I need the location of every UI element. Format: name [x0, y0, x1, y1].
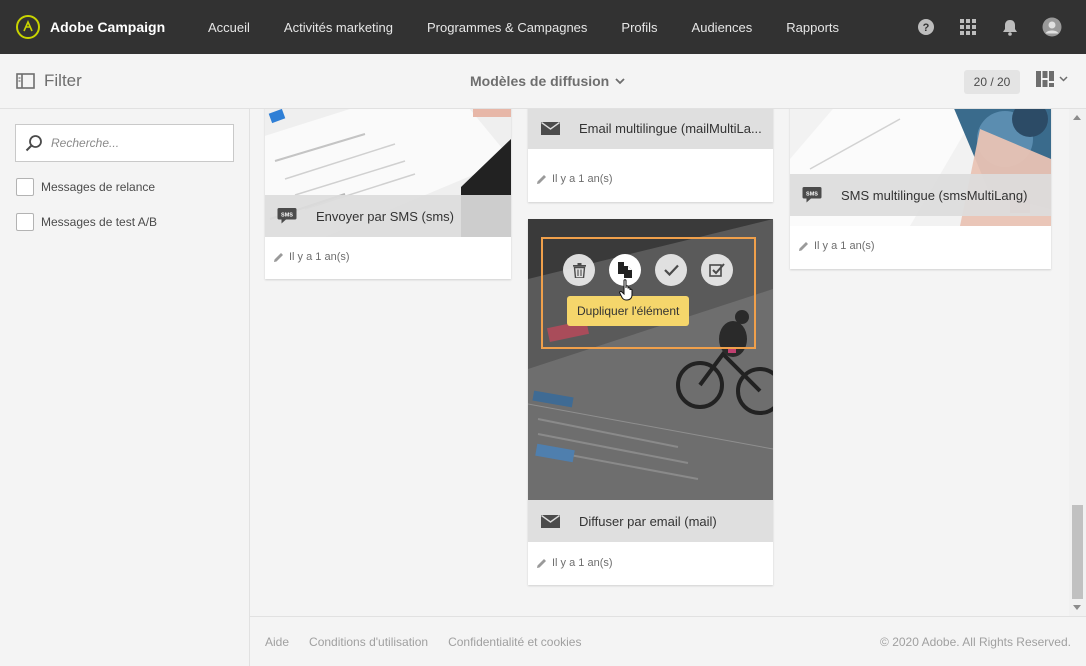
- chevron-down-icon: [1059, 76, 1068, 82]
- search-box[interactable]: [15, 124, 234, 162]
- view-title-dropdown[interactable]: Modèles de diffusion: [470, 73, 625, 89]
- vertical-scrollbar[interactable]: [1069, 109, 1086, 616]
- template-grid: SMS Envoyer par SMS (sms) Il y a 1 an(s)…: [250, 109, 1069, 616]
- search-icon: [25, 135, 42, 152]
- email-icon: [539, 514, 561, 528]
- adobe-campaign-logo-icon: [16, 15, 40, 39]
- modified-info: Il y a 1 an(s): [536, 557, 613, 569]
- template-title: Envoyer par SMS (sms): [316, 208, 454, 224]
- svg-text:SMS: SMS: [281, 213, 293, 219]
- modified-info: Il y a 1 an(s): [273, 251, 350, 263]
- app-name: Adobe Campaign: [50, 19, 166, 35]
- template-title: SMS multilingue (smsMultiLang): [841, 187, 1028, 203]
- sms-icon: SMS: [276, 207, 298, 225]
- quick-actions-highlight: Dupliquer l'élément: [541, 237, 756, 349]
- template-title: Email multilingue (mailMultiLa...: [579, 120, 762, 136]
- template-card-email-multilingue[interactable]: Email multilingue (mailMultiLa... Il y a…: [528, 109, 773, 202]
- pencil-icon: [274, 252, 283, 262]
- facet-label: Messages de relance: [41, 180, 156, 194]
- toolbar: Filter Modèles de diffusion 20 / 20: [0, 54, 1086, 109]
- svg-text:SMS: SMS: [806, 192, 818, 198]
- template-card-email[interactable]: Dupliquer l'élément Diffuser par email (…: [528, 219, 773, 585]
- pencil-icon: [537, 174, 546, 184]
- nav-item-rapports[interactable]: Rapports: [786, 20, 839, 35]
- delete-icon: [572, 262, 586, 278]
- hand-cursor-icon: [619, 279, 633, 301]
- sms-icon: SMS: [801, 186, 823, 204]
- pencil-icon: [537, 558, 546, 568]
- user-avatar-icon[interactable]: [1042, 17, 1062, 37]
- scroll-thumb[interactable]: [1072, 505, 1083, 599]
- filter-label: Filter: [44, 71, 82, 90]
- template-title-bar: Diffuser par email (mail): [528, 500, 773, 542]
- footer-link-aide[interactable]: Aide: [265, 635, 289, 649]
- view-switch-button[interactable]: [1036, 71, 1068, 87]
- template-title: Diffuser par email (mail): [579, 513, 717, 529]
- nav-item-activites-marketing[interactable]: Activités marketing: [284, 20, 393, 35]
- select-icon: [709, 263, 725, 277]
- modified-time: Il y a 1 an(s): [552, 173, 613, 185]
- filter-panel-icon: [16, 73, 35, 89]
- help-icon[interactable]: ?: [916, 17, 936, 37]
- template-title-bar: SMS SMS multilingue (smsMultiLang): [790, 174, 1051, 216]
- delete-button[interactable]: [563, 254, 595, 286]
- modified-time: Il y a 1 an(s): [289, 251, 350, 263]
- footer-link-confidentialite[interactable]: Confidentialité et cookies: [448, 635, 581, 649]
- nav-item-audiences[interactable]: Audiences: [692, 20, 753, 35]
- chevron-down-icon: [615, 77, 625, 84]
- scroll-down-arrow-icon[interactable]: [1073, 605, 1081, 610]
- notifications-bell-icon[interactable]: [1000, 17, 1020, 37]
- filter-toggle-button[interactable]: Filter: [16, 71, 82, 91]
- duplicate-icon: [618, 262, 632, 278]
- validate-button[interactable]: [655, 254, 687, 286]
- modified-info: Il y a 1 an(s): [536, 173, 613, 185]
- brand[interactable]: Adobe Campaign: [16, 15, 206, 39]
- template-title-bar: Email multilingue (mailMultiLa...: [528, 109, 773, 149]
- card-view-icon: [1036, 71, 1054, 87]
- scroll-up-arrow-icon[interactable]: [1073, 115, 1081, 120]
- template-card-sms-multilingue[interactable]: SMS SMS multilingue (smsMultiLang) Il y …: [790, 109, 1051, 269]
- top-navigation: Adobe Campaign Accueil Activités marketi…: [0, 0, 1086, 54]
- email-icon: [539, 121, 561, 135]
- page-title: Modèles de diffusion: [470, 73, 610, 89]
- checkbox[interactable]: [16, 178, 34, 196]
- template-card-sms[interactable]: SMS Envoyer par SMS (sms) Il y a 1 an(s): [265, 109, 511, 279]
- facet-messages-de-relance[interactable]: Messages de relance: [16, 178, 155, 196]
- checkbox[interactable]: [16, 213, 34, 231]
- copyright: © 2020 Adobe. All Rights Reserved.: [880, 635, 1071, 649]
- svg-text:?: ?: [923, 22, 930, 34]
- template-title-bar: SMS Envoyer par SMS (sms): [265, 195, 511, 237]
- modified-time: Il y a 1 an(s): [814, 240, 875, 252]
- select-button[interactable]: [701, 254, 733, 286]
- modified-time: Il y a 1 an(s): [552, 557, 613, 569]
- footer: Aide Conditions d'utilisation Confidenti…: [250, 616, 1086, 666]
- facet-messages-de-test-ab[interactable]: Messages de test A/B: [16, 213, 157, 231]
- nav-item-programmes-campagnes[interactable]: Programmes & Campagnes: [427, 20, 587, 35]
- apps-grid-icon[interactable]: [958, 17, 978, 37]
- search-input[interactable]: [51, 136, 221, 150]
- nav-item-accueil[interactable]: Accueil: [208, 20, 250, 35]
- modified-info: Il y a 1 an(s): [798, 240, 875, 252]
- footer-link-conditions[interactable]: Conditions d'utilisation: [309, 635, 428, 649]
- nav-item-profils[interactable]: Profils: [621, 20, 657, 35]
- item-count-badge: 20 / 20: [964, 70, 1020, 94]
- check-icon: [663, 264, 679, 276]
- facet-label: Messages de test A/B: [41, 215, 158, 229]
- filter-sidebar: Messages de relance Messages de test A/B: [0, 109, 250, 666]
- pencil-icon: [799, 241, 808, 251]
